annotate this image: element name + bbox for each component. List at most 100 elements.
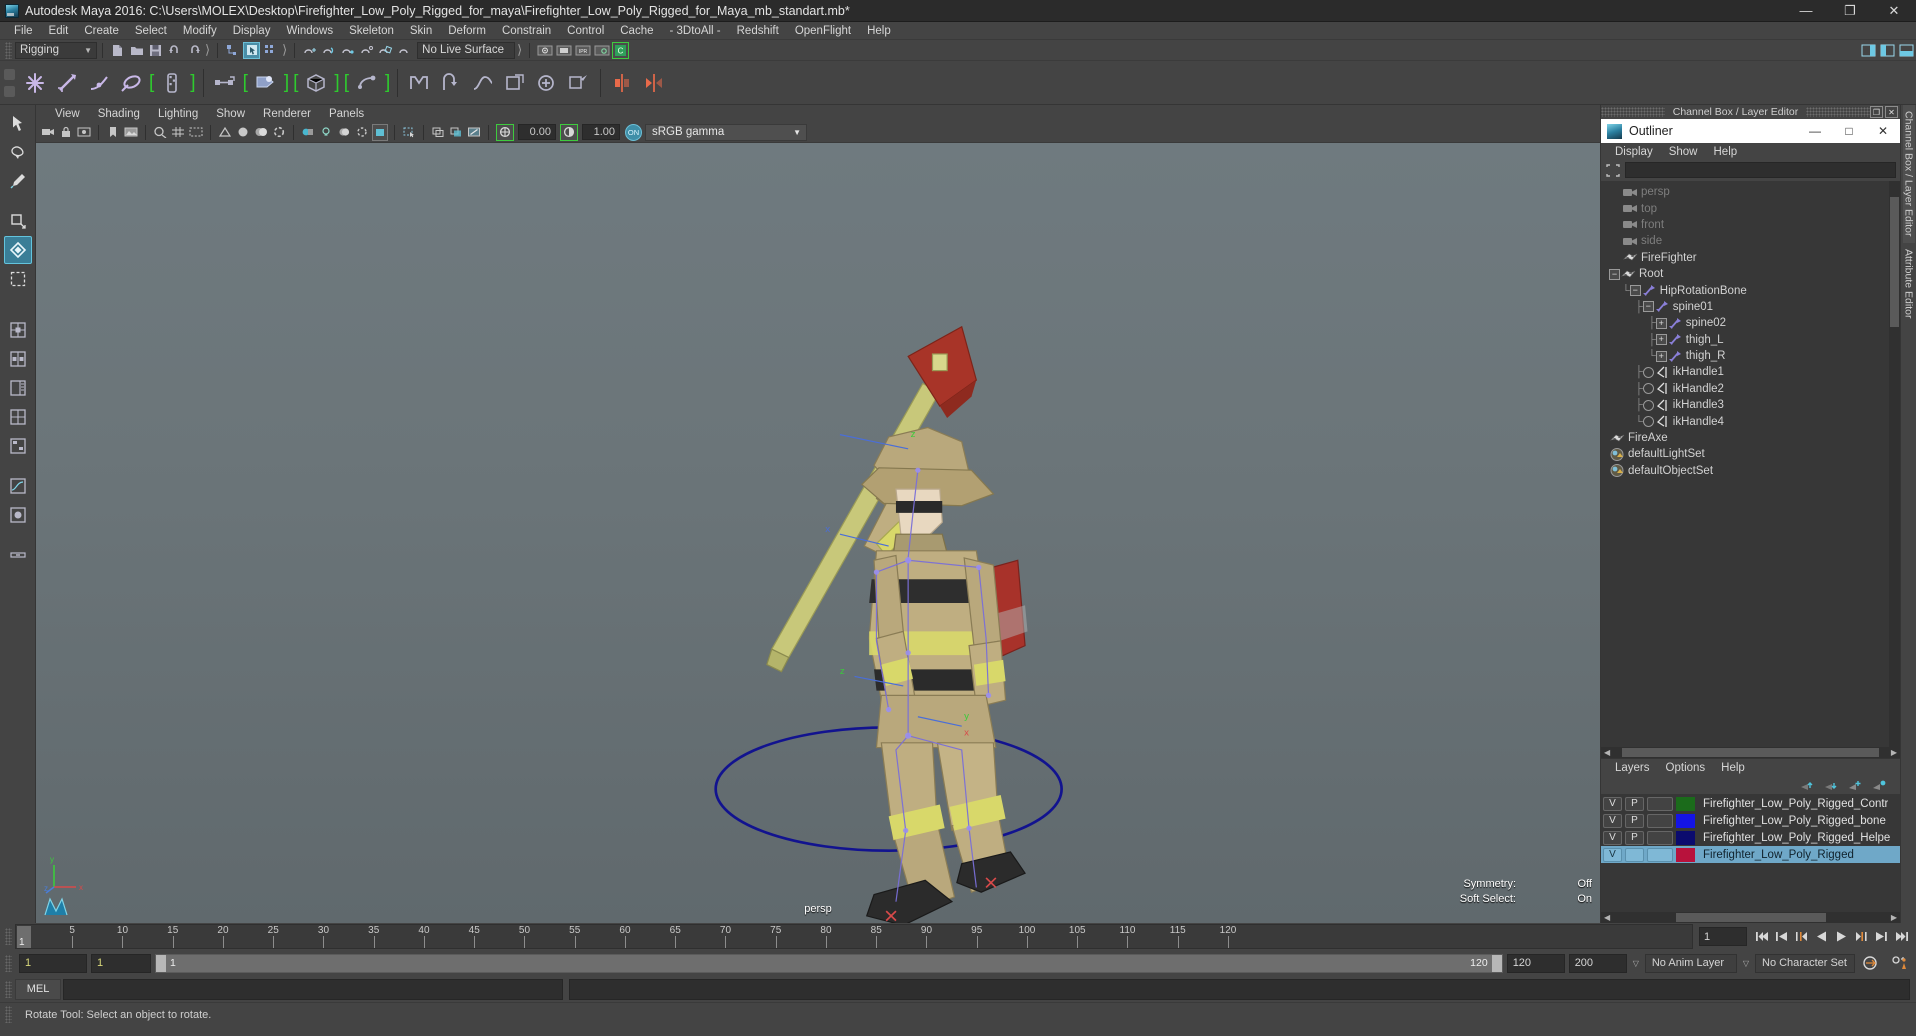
menu-windows[interactable]: Windows: [278, 24, 341, 38]
new-scene-icon[interactable]: [109, 42, 126, 59]
go-to-start-icon[interactable]: [1753, 927, 1770, 946]
outliner-hscroll-thumb[interactable]: [1622, 748, 1879, 757]
layer-row[interactable]: V P Firefighter_Low_Poly_Rigged_Contr: [1601, 795, 1900, 812]
outliner-item[interactable]: ├ ikHandle1: [1601, 364, 1900, 380]
select-camera-icon[interactable]: [40, 124, 56, 141]
layer-visibility-toggle[interactable]: V: [1603, 847, 1622, 862]
command-input[interactable]: [63, 978, 563, 1000]
mirror-skin-weights-icon[interactable]: [639, 67, 669, 99]
tab-attribute-editor[interactable]: Attribute Editor: [1903, 243, 1915, 324]
bookmark-icon[interactable]: [105, 124, 121, 141]
time-slider-track[interactable]: 1 5 10 15 20 25 30 35 40 45 50 55 60 65 70 75 80 85 90 95 1…: [15, 924, 1693, 949]
layer-playback-toggle[interactable]: P: [1625, 830, 1644, 845]
layer-display-type-toggle[interactable]: [1647, 830, 1673, 845]
flat-shading-icon[interactable]: [271, 124, 287, 141]
panel-menu-shading[interactable]: Shading: [89, 108, 149, 120]
camera-attributes-icon[interactable]: [76, 124, 92, 141]
minimize-button[interactable]: —: [1784, 0, 1828, 22]
menu-skin[interactable]: Skin: [402, 24, 440, 38]
panel-menu-lighting[interactable]: Lighting: [149, 108, 207, 120]
lattice-deformer-icon[interactable]: [301, 67, 331, 99]
layout-persp-outliner-icon[interactable]: [4, 374, 32, 402]
snap-point-icon[interactable]: [339, 42, 356, 59]
play-forwards-icon[interactable]: [1833, 927, 1850, 946]
bind-skin-icon[interactable]: [116, 67, 146, 99]
layer-color-swatch[interactable]: [1676, 813, 1695, 828]
mirror-joint-icon[interactable]: [607, 67, 637, 99]
ik-handle-icon[interactable]: [52, 67, 82, 99]
layout-two-pane-icon[interactable]: [4, 345, 32, 373]
select-component-icon[interactable]: [262, 42, 279, 59]
time-slider-gripper[interactable]: [5, 928, 12, 945]
layout-collapse-icon[interactable]: [4, 541, 32, 569]
step-back-keyframe-icon[interactable]: [1773, 927, 1790, 946]
menu-skeleton[interactable]: Skeleton: [341, 24, 402, 38]
xray-joints-icon[interactable]: [448, 124, 464, 141]
help-line-gripper[interactable]: [5, 1006, 12, 1023]
snap-projected-icon[interactable]: [358, 42, 375, 59]
copy-skin-weights-icon[interactable]: [251, 67, 281, 99]
dock-gripper-left[interactable]: [1601, 107, 1665, 117]
render-current-frame-icon[interactable]: [555, 42, 572, 59]
snap-grid-icon[interactable]: [301, 42, 318, 59]
range-bar[interactable]: 1 120: [155, 953, 1503, 973]
layer-display-type-toggle[interactable]: [1647, 847, 1673, 862]
panel-menu-panels[interactable]: Panels: [320, 108, 373, 120]
smooth-bind-icon[interactable]: [157, 67, 187, 99]
outliner-item[interactable]: − Root: [1601, 266, 1900, 282]
layer-row[interactable]: V P Firefighter_Low_Poly_Rigged_bone: [1601, 812, 1900, 829]
outliner-horizontal-scrollbar[interactable]: ◀ ▶: [1601, 747, 1900, 758]
collapse-toggle[interactable]: −: [1629, 285, 1641, 297]
snap-view-plane-icon[interactable]: [377, 42, 394, 59]
menu-create[interactable]: Create: [76, 24, 127, 38]
range-slider-gripper[interactable]: [5, 954, 12, 972]
nonlinear-bend-icon[interactable]: [436, 67, 466, 99]
lasso-tool[interactable]: [4, 138, 32, 166]
menu-deform[interactable]: Deform: [440, 24, 494, 38]
xray-icon[interactable]: [430, 124, 446, 141]
select-filter-icon[interactable]: [1605, 163, 1621, 178]
layer-horizontal-scrollbar[interactable]: ◀ ▶: [1601, 912, 1900, 923]
layer-playback-toggle[interactable]: P: [1625, 796, 1644, 811]
two-d-pan-zoom-icon[interactable]: [152, 124, 168, 141]
outliner-maximize-button[interactable]: □: [1832, 119, 1866, 143]
layer-menu-help[interactable]: Help: [1713, 762, 1753, 774]
layer-visibility-toggle[interactable]: V: [1603, 830, 1622, 845]
outliner-tree[interactable]: persp top front side FireFighter − Root └ − HipRo…: [1601, 181, 1900, 747]
image-plane-icon[interactable]: [123, 124, 139, 141]
shadows-icon[interactable]: [336, 124, 352, 141]
paint-selection-tool[interactable]: [4, 167, 32, 195]
layout-four-view-icon[interactable]: [4, 403, 32, 431]
ambient-occlusion-icon[interactable]: [354, 124, 370, 141]
outliner-item[interactable]: └ − HipRotationBone: [1601, 282, 1900, 298]
layout-graph-editor-icon[interactable]: [4, 472, 32, 500]
use-all-lights-icon[interactable]: [318, 124, 334, 141]
layout-hypergraph-icon[interactable]: [4, 432, 32, 460]
snap-disable-icon[interactable]: [396, 42, 413, 59]
range-start-handle[interactable]: [156, 954, 166, 972]
new-layer-from-selected-icon[interactable]: [1872, 779, 1886, 792]
animation-start-field[interactable]: 1: [19, 953, 87, 973]
create-joint-icon[interactable]: [20, 67, 50, 99]
outliner-item[interactable]: ├ − spine01: [1601, 299, 1900, 315]
move-layer-down-icon[interactable]: [1824, 779, 1838, 792]
render-settings-icon[interactable]: [593, 42, 610, 59]
panel-menu-show[interactable]: Show: [207, 108, 254, 120]
isolate-select-icon[interactable]: [401, 124, 417, 141]
menu-edit[interactable]: Edit: [41, 24, 77, 38]
command-language-button[interactable]: MEL: [15, 978, 61, 1000]
tab-channel-box-layer-editor[interactable]: Channel Box / Layer Editor: [1902, 105, 1915, 243]
character-set-dropdown[interactable]: No Character Set: [1755, 953, 1855, 973]
range-start-field[interactable]: 1: [91, 953, 151, 973]
film-gate-icon[interactable]: [188, 124, 204, 141]
menuset-dropdown[interactable]: Rigging ▼: [15, 41, 97, 59]
outliner-minimize-button[interactable]: —: [1798, 119, 1832, 143]
cluster-deformer-icon[interactable]: [352, 67, 382, 99]
range-end-handle[interactable]: [1491, 954, 1502, 972]
layer-menu-options[interactable]: Options: [1658, 762, 1714, 774]
menu-select[interactable]: Select: [127, 24, 175, 38]
panel-menu-view[interactable]: View: [46, 108, 89, 120]
rotate-tool[interactable]: [3, 236, 32, 264]
outliner-item[interactable]: FireFighter: [1601, 250, 1900, 266]
dock-gripper-right[interactable]: [1806, 107, 1870, 117]
